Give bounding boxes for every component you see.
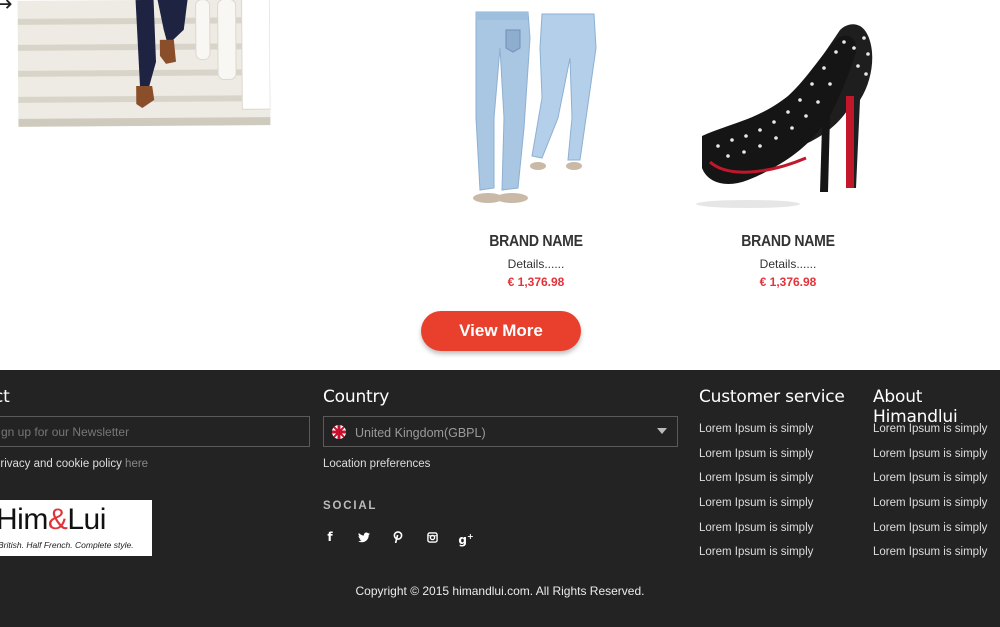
- product-price: € 1,376.98: [759, 275, 817, 289]
- logo-tagline: British. Half French. Complete style.: [0, 540, 134, 550]
- lifestyle-photo: [17, 0, 271, 127]
- customer-service-link[interactable]: Lorem Ipsum is simply: [699, 521, 813, 546]
- about-link[interactable]: Lorem Ipsum is simply: [873, 545, 987, 570]
- social-heading: SOCIAL: [323, 500, 378, 512]
- customer-service-link[interactable]: Lorem Ipsum is simply: [699, 545, 813, 570]
- privacy-policy-text: privacy and cookie policy here: [0, 458, 148, 470]
- instagram-icon[interactable]: [421, 529, 443, 545]
- uk-flag-icon: [332, 425, 346, 439]
- logo-word-a: Him: [0, 503, 48, 536]
- customer-service-links: Lorem Ipsum is simply Lorem Ipsum is sim…: [699, 422, 813, 570]
- chevron-down-icon: [657, 428, 667, 434]
- privacy-policy-label: privacy and cookie policy: [0, 458, 126, 470]
- customer-service-link[interactable]: Lorem Ipsum is simply: [699, 447, 813, 472]
- jeans-photo-icon[interactable]: [436, 8, 636, 213]
- arrow-left-icon[interactable]: →: [0, 0, 12, 16]
- newsletter-email-input[interactable]: [0, 416, 310, 447]
- studded-heels-photo-icon[interactable]: [688, 8, 888, 213]
- about-heading: About Himandlui: [873, 387, 958, 427]
- about-link[interactable]: Lorem Ipsum is simply: [873, 521, 987, 546]
- product-card[interactable]: BRAND NAME Details...... € 1,376.98: [688, 8, 888, 289]
- site-footer: ct privacy and cookie policy here Him&Lu…: [0, 370, 1000, 627]
- customer-service-link[interactable]: Lorem Ipsum is simply: [699, 422, 813, 447]
- product-price: € 1,376.98: [507, 275, 565, 289]
- customer-service-link[interactable]: Lorem Ipsum is simply: [699, 471, 813, 496]
- country-heading: Country: [323, 387, 390, 407]
- logo-wordmark: Him&Lui: [0, 503, 106, 537]
- about-links: Lorem Ipsum is simply Lorem Ipsum is sim…: [873, 422, 987, 570]
- about-link[interactable]: Lorem Ipsum is simply: [873, 496, 987, 521]
- pinterest-icon[interactable]: [387, 529, 409, 545]
- customer-service-link[interactable]: Lorem Ipsum is simply: [699, 496, 813, 521]
- brand-name[interactable]: BRAND NAME: [448, 233, 624, 251]
- country-selected-value: United Kingdom(GBPL): [355, 426, 486, 440]
- product-details: Details......: [759, 257, 817, 271]
- about-link[interactable]: Lorem Ipsum is simply: [873, 471, 987, 496]
- facebook-icon[interactable]: f: [319, 529, 341, 545]
- logo-word-b: Lui: [67, 503, 106, 536]
- view-more-button[interactable]: View More: [421, 311, 581, 351]
- location-preferences-link[interactable]: Location preferences: [323, 458, 430, 470]
- copyright-text: Copyright © 2015 himandlui.com. All Righ…: [355, 584, 645, 598]
- about-link[interactable]: Lorem Ipsum is simply: [873, 447, 987, 472]
- social-links: f g+: [319, 529, 477, 547]
- product-card[interactable]: BRAND NAME Details...... € 1,376.98: [436, 8, 636, 289]
- brand-name[interactable]: BRAND NAME: [700, 233, 876, 251]
- contact-heading: ct: [0, 387, 10, 407]
- privacy-policy-link[interactable]: here: [125, 458, 148, 470]
- country-select[interactable]: United Kingdom(GBPL): [323, 416, 678, 447]
- about-link[interactable]: Lorem Ipsum is simply: [873, 422, 987, 447]
- twitter-icon[interactable]: [353, 529, 375, 545]
- google-plus-icon[interactable]: g+: [455, 529, 477, 547]
- customer-service-heading: Customer service: [699, 387, 845, 407]
- product-details: Details......: [507, 257, 565, 271]
- logo-ampersand: &: [47, 503, 68, 536]
- himandlui-logo[interactable]: Him&Lui British. Half French. Complete s…: [0, 500, 152, 556]
